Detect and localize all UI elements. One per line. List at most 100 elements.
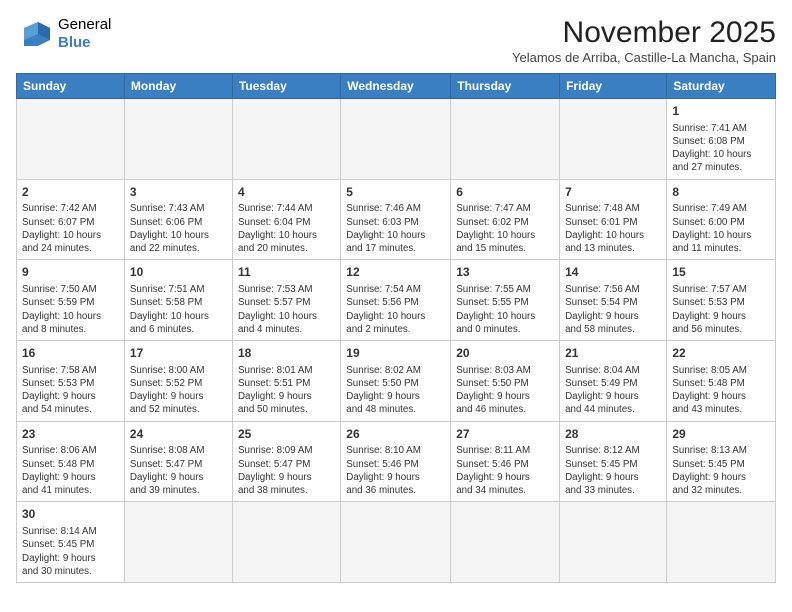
logo-text: General Blue [58, 16, 111, 52]
day-info: Sunrise: 7:53 AMSunset: 5:57 PMDaylight:… [238, 283, 335, 336]
day-number: 18 [238, 345, 335, 362]
day-number: 25 [238, 426, 335, 443]
location-subtitle: Yelamos de Arriba, Castille-La Mancha, S… [512, 50, 776, 65]
day-info: Sunrise: 7:55 AMSunset: 5:55 PMDaylight:… [456, 283, 554, 336]
day-number: 30 [22, 506, 119, 523]
day-number: 16 [22, 345, 119, 362]
calendar-cell: 16 Sunrise: 7:58 AMSunset: 5:53 PMDayligh… [17, 341, 125, 422]
calendar-cell: 20 Sunrise: 8:03 AMSunset: 5:50 PMDayligh… [451, 341, 560, 422]
day-number: 27 [456, 426, 554, 443]
calendar-week-row: 23Sunrise: 8:06 AMSunset: 5:48 PMDayligh… [17, 421, 776, 502]
calendar-cell: 30Sunrise: 8:14 AMSunset: 5:45 PMDayligh… [17, 502, 125, 583]
day-info: Sunrise: 7:54 AMSunset: 5:56 PMDaylight:… [346, 283, 445, 336]
calendar-cell [667, 502, 776, 583]
calendar-cell [451, 99, 560, 180]
calendar-cell: 13 Sunrise: 7:55 AMSunset: 5:55 PMDayligh… [451, 260, 560, 341]
calendar-cell: 12Sunrise: 7:54 AMSunset: 5:56 PMDayligh… [341, 260, 451, 341]
calendar-week-row: 30Sunrise: 8:14 AMSunset: 5:45 PMDayligh… [17, 502, 776, 583]
month-title: November 2025 [512, 16, 776, 50]
calendar-week-row: 2Sunrise: 7:42 AMSunset: 6:07 PMDaylight… [17, 179, 776, 260]
calendar-cell: 11 Sunrise: 7:53 AMSunset: 5:57 PMDayligh… [232, 260, 340, 341]
header: General Blue November 2025 Yelamos de Ar… [16, 16, 776, 65]
calendar-week-row: 9 Sunrise: 7:50 AMSunset: 5:59 PMDaylight… [17, 260, 776, 341]
day-info: Sunrise: 7:46 AMSunset: 6:03 PMDaylight:… [346, 202, 445, 255]
calendar-cell: 9 Sunrise: 7:50 AMSunset: 5:59 PMDaylight… [17, 260, 125, 341]
day-number: 23 [22, 426, 119, 443]
day-number: 17 [130, 345, 227, 362]
calendar-cell: 15 Sunrise: 7:57 AMSunset: 5:53 PMDayligh… [667, 260, 776, 341]
day-info: Sunrise: 7:56 AMSunset: 5:54 PMDaylight:… [565, 283, 661, 336]
day-number: 6 [456, 184, 554, 201]
day-number: 7 [565, 184, 661, 201]
weekday-header-thursday: Thursday [451, 74, 560, 99]
calendar-cell: 14 Sunrise: 7:56 AMSunset: 5:54 PMDayligh… [560, 260, 667, 341]
day-info: Sunrise: 7:43 AMSunset: 6:06 PMDaylight:… [130, 202, 227, 255]
day-number: 13 [456, 264, 554, 281]
day-number: 5 [346, 184, 445, 201]
day-info: Sunrise: 7:47 AMSunset: 6:02 PMDaylight:… [456, 202, 554, 255]
day-number: 19 [346, 345, 445, 362]
calendar-cell: 23Sunrise: 8:06 AMSunset: 5:48 PMDayligh… [17, 421, 125, 502]
calendar-cell [341, 99, 451, 180]
calendar-cell: 22 Sunrise: 8:05 AMSunset: 5:48 PMDayligh… [667, 341, 776, 422]
calendar-cell: 24Sunrise: 8:08 AMSunset: 5:47 PMDayligh… [124, 421, 232, 502]
day-number: 22 [672, 345, 770, 362]
day-info: Sunrise: 8:08 AMSunset: 5:47 PMDaylight:… [130, 444, 227, 497]
day-number: 2 [22, 184, 119, 201]
calendar-cell: 6Sunrise: 7:47 AMSunset: 6:02 PMDaylight… [451, 179, 560, 260]
logo: General Blue [16, 16, 111, 52]
calendar-cell [124, 99, 232, 180]
day-info: Sunrise: 8:03 AMSunset: 5:50 PMDaylight:… [456, 364, 554, 417]
calendar-cell: 17Sunrise: 8:00 AMSunset: 5:52 PMDayligh… [124, 341, 232, 422]
day-info: Sunrise: 8:10 AMSunset: 5:46 PMDaylight:… [346, 444, 445, 497]
day-info: Sunrise: 8:06 AMSunset: 5:48 PMDaylight:… [22, 444, 119, 497]
calendar-cell [124, 502, 232, 583]
day-number: 1 [672, 103, 770, 120]
day-number: 11 [238, 264, 335, 281]
weekday-header-saturday: Saturday [667, 74, 776, 99]
day-number: 3 [130, 184, 227, 201]
weekday-header-friday: Friday [560, 74, 667, 99]
day-number: 9 [22, 264, 119, 281]
calendar-cell: 28Sunrise: 8:12 AMSunset: 5:45 PMDayligh… [560, 421, 667, 502]
day-number: 10 [130, 264, 227, 281]
calendar-cell [232, 99, 340, 180]
day-info: Sunrise: 7:50 AMSunset: 5:59 PMDaylight:… [22, 283, 119, 336]
day-info: Sunrise: 7:42 AMSunset: 6:07 PMDaylight:… [22, 202, 119, 255]
day-info: Sunrise: 8:11 AMSunset: 5:46 PMDaylight:… [456, 444, 554, 497]
day-info: Sunrise: 7:57 AMSunset: 5:53 PMDaylight:… [672, 283, 770, 336]
calendar-cell [17, 99, 125, 180]
calendar-cell: 27Sunrise: 8:11 AMSunset: 5:46 PMDayligh… [451, 421, 560, 502]
day-info: Sunrise: 8:04 AMSunset: 5:49 PMDaylight:… [565, 364, 661, 417]
day-number: 14 [565, 264, 661, 281]
calendar-cell: 5Sunrise: 7:46 AMSunset: 6:03 PMDaylight… [341, 179, 451, 260]
day-number: 8 [672, 184, 770, 201]
calendar-week-row: 1 Sunrise: 7:41 AMSunset: 6:08 PMDaylight… [17, 99, 776, 180]
logo-line1: General [58, 16, 111, 34]
day-info: Sunrise: 8:05 AMSunset: 5:48 PMDaylight:… [672, 364, 770, 417]
calendar: SundayMondayTuesdayWednesdayThursdayFrid… [16, 73, 776, 583]
calendar-cell: 3Sunrise: 7:43 AMSunset: 6:06 PMDaylight… [124, 179, 232, 260]
calendar-cell: 4Sunrise: 7:44 AMSunset: 6:04 PMDaylight… [232, 179, 340, 260]
calendar-cell: 1 Sunrise: 7:41 AMSunset: 6:08 PMDaylight… [667, 99, 776, 180]
calendar-cell: 29Sunrise: 8:13 AMSunset: 5:45 PMDayligh… [667, 421, 776, 502]
weekday-header-monday: Monday [124, 74, 232, 99]
calendar-cell [560, 502, 667, 583]
logo-icon [16, 18, 54, 50]
weekday-header-wednesday: Wednesday [341, 74, 451, 99]
calendar-cell [341, 502, 451, 583]
day-info: Sunrise: 7:41 AMSunset: 6:08 PMDaylight:… [672, 122, 770, 175]
day-number: 15 [672, 264, 770, 281]
calendar-cell: 8Sunrise: 7:49 AMSunset: 6:00 PMDaylight… [667, 179, 776, 260]
day-info: Sunrise: 7:48 AMSunset: 6:01 PMDaylight:… [565, 202, 661, 255]
day-info: Sunrise: 8:12 AMSunset: 5:45 PMDaylight:… [565, 444, 661, 497]
calendar-cell: 25Sunrise: 8:09 AMSunset: 5:47 PMDayligh… [232, 421, 340, 502]
day-number: 20 [456, 345, 554, 362]
calendar-cell: 7Sunrise: 7:48 AMSunset: 6:01 PMDaylight… [560, 179, 667, 260]
calendar-cell [560, 99, 667, 180]
day-info: Sunrise: 7:58 AMSunset: 5:53 PMDaylight:… [22, 364, 119, 417]
weekday-header-row: SundayMondayTuesdayWednesdayThursdayFrid… [17, 74, 776, 99]
day-number: 24 [130, 426, 227, 443]
day-info: Sunrise: 8:02 AMSunset: 5:50 PMDaylight:… [346, 364, 445, 417]
day-info: Sunrise: 7:44 AMSunset: 6:04 PMDaylight:… [238, 202, 335, 255]
